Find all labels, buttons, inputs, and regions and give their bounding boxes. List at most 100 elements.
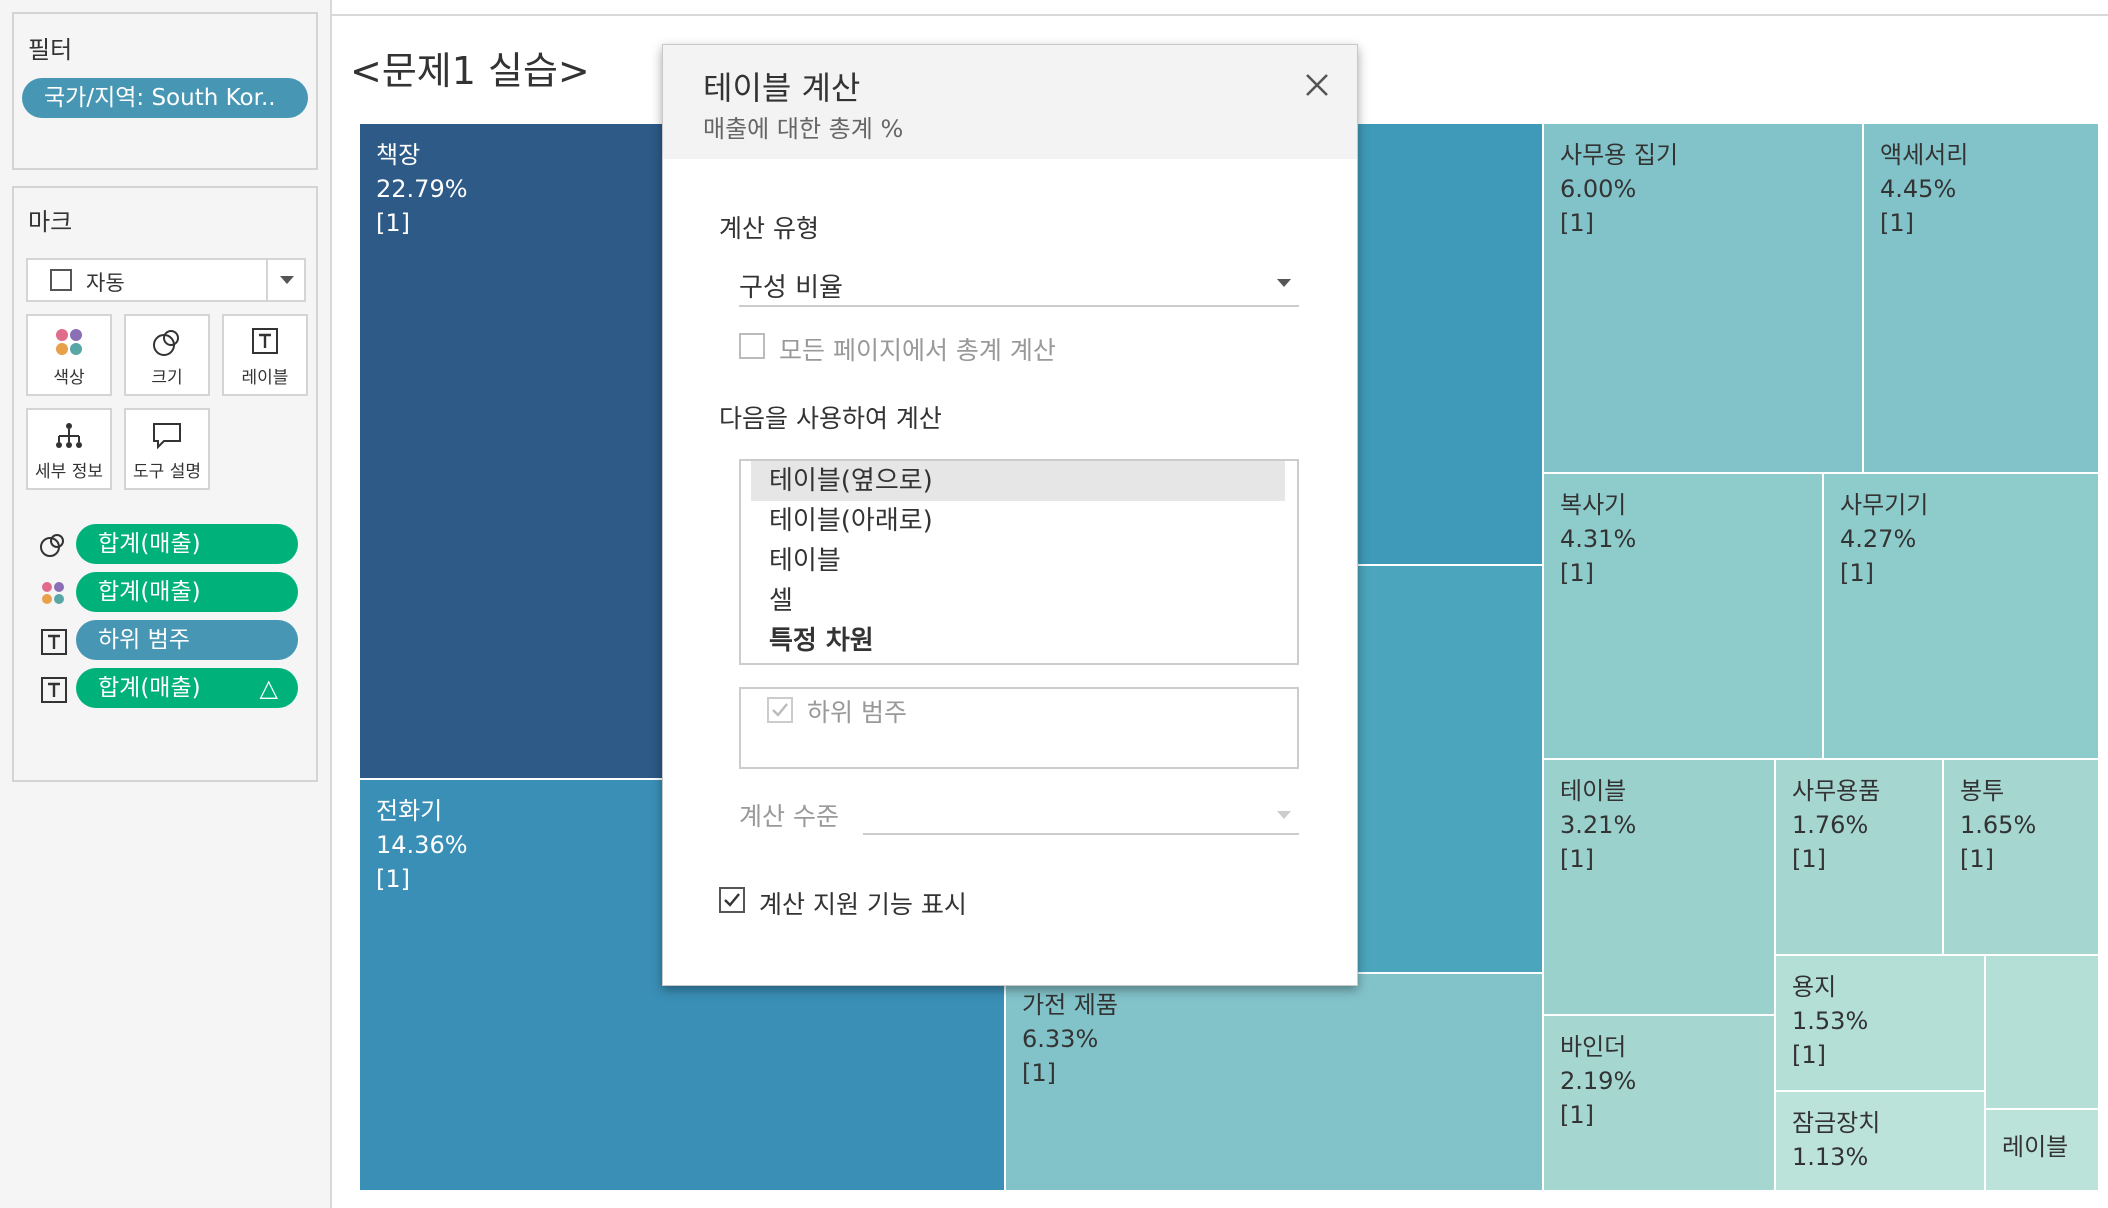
tile-name: 사무용품 [1792, 777, 1881, 805]
tile-name: 가전 제품 [1022, 991, 1118, 1019]
calc-type-select[interactable]: 구성 비율 [739, 263, 1299, 307]
tile-fasteners[interactable]: 잠금장치 1.13% [1776, 1092, 1986, 1192]
compute-using-label: 다음을 사용하여 계산 [719, 404, 942, 433]
color-field-icon [38, 578, 68, 612]
mark-field-color-sum-sales[interactable]: 합계(매출) [76, 572, 298, 612]
tile-tables[interactable]: 테이블 3.21% [1] [1544, 760, 1776, 1016]
table-calc-delta-icon: △ [259, 674, 278, 702]
tile-bookcases[interactable]: 책장 22.79% [1] [360, 124, 668, 780]
tile-copiers[interactable]: 복사기 4.31% [1] [1544, 474, 1824, 760]
show-assist-checkbox[interactable] [719, 887, 745, 913]
text-label-icon [224, 326, 306, 358]
calc-type-value: 구성 비율 [739, 273, 843, 303]
show-assist-label: 계산 지원 기능 표시 [759, 890, 967, 919]
mark-field-label-sum-sales-text: 합계(매출) [98, 675, 201, 701]
level-select [863, 797, 1299, 835]
tooltip-speech-icon [126, 420, 208, 452]
tile-rank: [1] [376, 865, 410, 893]
tile-machines[interactable]: 사무기기 4.27% [1] [1824, 474, 2100, 760]
tile-supplies[interactable]: 사무용품 1.76% [1] [1776, 760, 1944, 956]
tile-name: 용지 [1792, 973, 1837, 1001]
tile-pct: 3.21% [1560, 811, 1637, 839]
tile-paper[interactable]: 용지 1.53% [1] [1776, 956, 1986, 1092]
mark-field-label-sum-sales[interactable]: 합계(매출) △ [76, 668, 298, 708]
size-button[interactable]: 크기 [124, 314, 210, 396]
size-label: 크기 [151, 368, 183, 388]
mark-field-size-sum-sales[interactable]: 합계(매출) [76, 524, 298, 564]
filter-pill-country[interactable]: 국가/지역: South Kor.. [22, 78, 308, 118]
marks-title: 마크 [28, 208, 73, 236]
filters-title: 필터 [28, 36, 73, 64]
tile-appliances[interactable]: 가전 제품 6.33% [1] [1006, 974, 1544, 1192]
tile-name: 봉투 [1960, 777, 2005, 805]
tile-name: 테이블 [1560, 777, 1627, 805]
tile-rank: [1] [1560, 845, 1594, 873]
tooltip-button[interactable]: 도구 설명 [124, 408, 210, 490]
tile-name: 복사기 [1560, 491, 1627, 519]
dialog-subtitle: 매출에 대한 총계 % [703, 115, 904, 143]
label-label: 레이블 [241, 368, 289, 388]
option-table-down[interactable]: 테이블(아래로) [751, 501, 1285, 541]
option-cell[interactable]: 셀 [751, 581, 1285, 621]
compute-using-list[interactable]: 테이블(옆으로) 테이블(아래로) 테이블 셀 특정 차원 [739, 459, 1299, 665]
tile-name: 바인더 [1560, 1033, 1627, 1061]
label-field-icon [40, 628, 68, 660]
tile-rank: [1] [1560, 209, 1594, 237]
tile-name: 잠금장치 [1792, 1109, 1881, 1137]
tile-name: 사무용 집기 [1560, 141, 1679, 169]
color-dots-icon [28, 326, 110, 358]
tile-name: 책장 [376, 141, 421, 169]
tile-labels[interactable]: 레이블 [1986, 1110, 2100, 1192]
canvas-top-border [332, 14, 2108, 16]
tile-pct: 1.65% [1960, 811, 2037, 839]
dimension-list: 하위 범주 [739, 687, 1299, 769]
tile-rank: [1] [1560, 559, 1594, 587]
tile-pct: 4.45% [1880, 175, 1957, 203]
label-field-icon-2 [40, 676, 68, 708]
tile-rank: [1] [1880, 209, 1914, 237]
tile-rank: [1] [1022, 1059, 1056, 1087]
tile-rank: [1] [1840, 559, 1874, 587]
option-table[interactable]: 테이블 [751, 541, 1285, 581]
level-label: 계산 수준 [739, 802, 839, 831]
chevron-down-icon [280, 276, 294, 284]
tile-pct: 1.53% [1792, 1007, 1869, 1035]
tile-name: 액세서리 [1880, 141, 1969, 169]
mark-type-dropdown[interactable]: 자동 [26, 258, 306, 302]
tile-pct: 2.19% [1560, 1067, 1637, 1095]
dialog-title: 테이블 계산 [703, 69, 861, 107]
tile-pct: 6.33% [1022, 1025, 1099, 1053]
mark-type-value: 자동 [86, 271, 125, 295]
tile-name: 전화기 [376, 797, 443, 825]
tile-furnishings[interactable]: 사무용 집기 6.00% [1] [1544, 124, 1864, 474]
dimension-subcategory-checkbox [767, 697, 793, 723]
tile-unlabeled-small[interactable] [1986, 956, 2100, 1110]
tile-name: 레이블 [2002, 1133, 2069, 1161]
chevron-down-icon [1277, 811, 1291, 819]
label-button[interactable]: 레이블 [222, 314, 308, 396]
close-icon[interactable] [1297, 65, 1337, 105]
size-field-icon [38, 530, 68, 564]
tile-rank: [1] [376, 209, 410, 237]
color-button[interactable]: 색상 [26, 314, 112, 396]
detail-hierarchy-icon [28, 420, 110, 452]
filters-card: 필터 국가/지역: South Kor.. [12, 12, 318, 170]
table-calculation-dialog: 테이블 계산 매출에 대한 총계 % 계산 유형 구성 비율 모든 페이지에서 … [662, 44, 1358, 986]
option-table-across[interactable]: 테이블(옆으로) [751, 461, 1285, 501]
dialog-header: 테이블 계산 매출에 대한 총계 % [663, 45, 1357, 159]
chevron-down-icon [1277, 279, 1291, 287]
tile-envelopes[interactable]: 봉투 1.65% [1] [1944, 760, 2100, 956]
tile-accessories[interactable]: 액세서리 4.45% [1] [1864, 124, 2100, 474]
tile-name: 사무기기 [1840, 491, 1929, 519]
tile-binders[interactable]: 바인더 2.19% [1] [1544, 1016, 1776, 1192]
tile-pct: 1.13% [1792, 1143, 1869, 1171]
tooltip-label: 도구 설명 [133, 462, 201, 482]
tile-rank: [1] [1792, 1041, 1826, 1069]
detail-button[interactable]: 세부 정보 [26, 408, 112, 490]
all-pages-checkbox[interactable] [739, 333, 765, 359]
mark-field-label-subcategory[interactable]: 하위 범주 [76, 620, 298, 660]
tile-pct: 6.00% [1560, 175, 1637, 203]
sheet-title: <문제1 실습> [350, 49, 590, 93]
option-specific-dimensions[interactable]: 특정 차원 [751, 621, 1285, 661]
tile-pct: 14.36% [376, 831, 468, 859]
